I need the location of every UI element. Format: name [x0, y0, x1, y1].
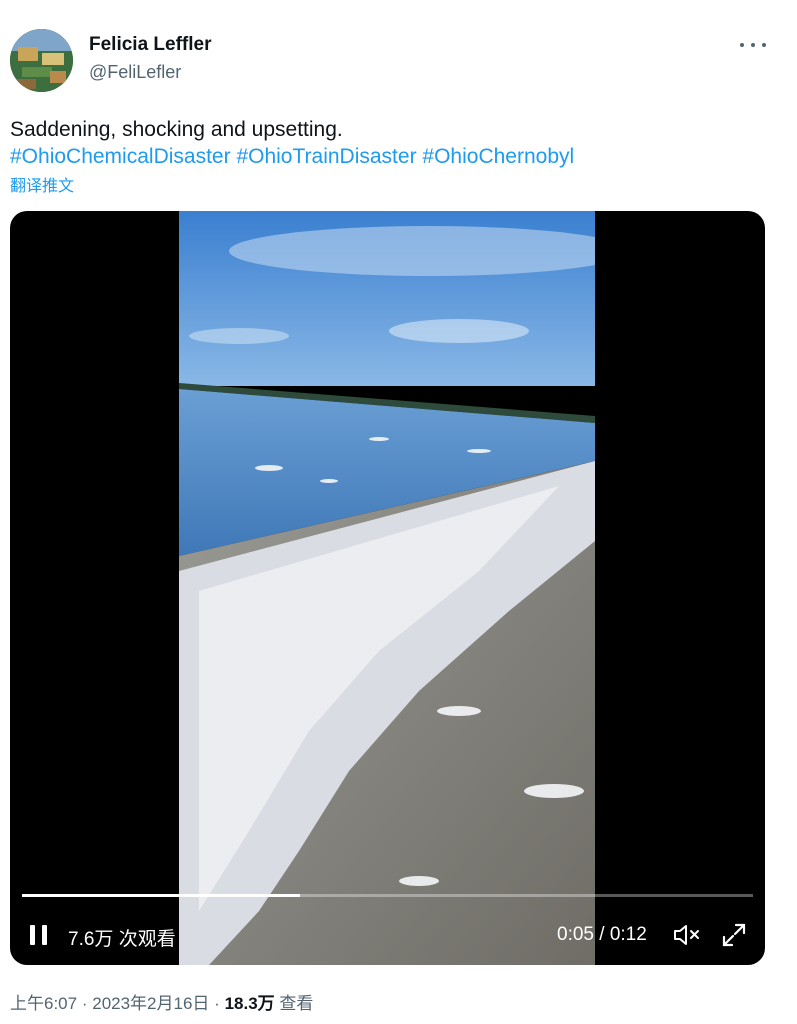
avatar[interactable] [10, 29, 73, 92]
more-dot [762, 43, 766, 47]
more-dot [751, 43, 755, 47]
author-name[interactable]: Felicia Leffler [89, 34, 212, 56]
video-progress-fill [22, 894, 300, 897]
mute-button[interactable] [672, 921, 702, 949]
pause-button[interactable] [28, 923, 50, 947]
view-count: 18.3万 [224, 994, 275, 1013]
avatar-image [10, 29, 73, 92]
hashtags: #OhioChemicalDisaster #OhioTrainDisaster… [10, 145, 574, 168]
video-progress-bar[interactable] [22, 894, 753, 897]
hashtag-link[interactable]: #OhioTrainDisaster [236, 145, 416, 168]
tweet-date[interactable]: 2023年2月16日 [92, 994, 209, 1013]
volume-muted-icon [674, 925, 699, 945]
video-view-count: 7.6万 次观看 [68, 929, 176, 950]
pause-icon [30, 925, 35, 945]
hashtag-link[interactable]: #OhioChernobyl [422, 145, 574, 168]
translate-tweet-link[interactable]: 翻译推文 [10, 172, 74, 196]
tweet-body: Saddening, shocking and upsetting. [10, 118, 343, 141]
hashtag-link[interactable]: #OhioChemicalDisaster [10, 145, 231, 168]
video-player[interactable]: 7.6万 次观看 0:05 / 0:12 [10, 211, 765, 965]
fullscreen-icon [722, 923, 746, 947]
video-time: 0:05 / 0:12 [557, 924, 647, 945]
author-handle[interactable]: @FeliLefler [89, 62, 181, 83]
fullscreen-button[interactable] [721, 922, 747, 948]
meta-separator: · [214, 994, 220, 1013]
tweet-meta: 上午6:07 · 2023年2月16日 · 18.3万 查看 [10, 989, 313, 1014]
view-label: 查看 [279, 994, 314, 1013]
tweet-time[interactable]: 上午6:07 [10, 994, 77, 1013]
video-still-image [179, 211, 595, 965]
more-options-button[interactable] [740, 34, 766, 56]
tweet-text: Saddening, shocking and upsetting. #Ohio… [10, 116, 770, 170]
pause-icon-bar [42, 925, 47, 945]
video-frame [179, 211, 595, 965]
meta-separator: · [81, 994, 88, 1013]
more-horizontal-icon [740, 43, 744, 47]
